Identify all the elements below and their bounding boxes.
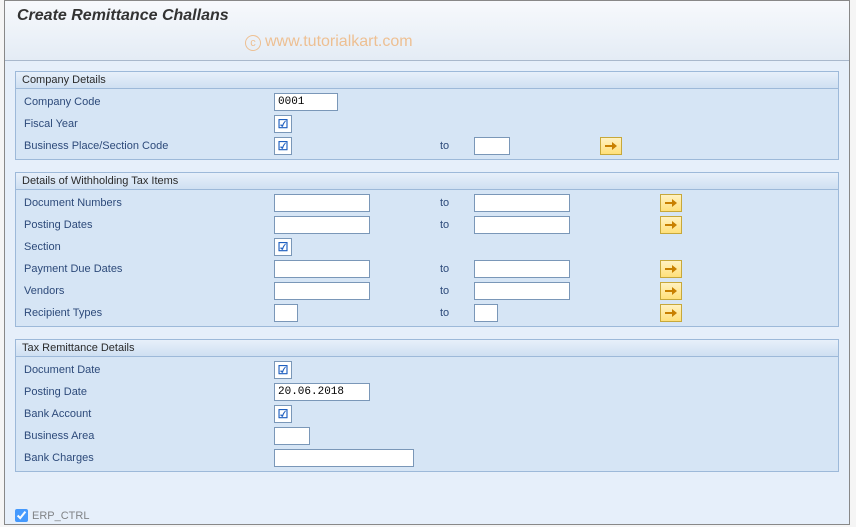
label-bank-account: Bank Account — [24, 408, 274, 420]
label-document-numbers: Document Numbers — [24, 197, 274, 209]
label-to: to — [440, 219, 474, 231]
label-fiscal-year: Fiscal Year — [24, 118, 274, 130]
input-bank-charges[interactable] — [274, 449, 414, 467]
group-tax-remittance: Tax Remittance Details Document Date ☑ P… — [15, 339, 839, 472]
label-document-date: Document Date — [24, 364, 274, 376]
row-bank-account: Bank Account ☑ — [16, 403, 838, 425]
label-posting-date: Posting Date — [24, 386, 274, 398]
label-business-area: Business Area — [24, 430, 274, 442]
multiple-selection-button[interactable] — [600, 137, 622, 155]
label-to: to — [440, 263, 474, 275]
row-fiscal-year: Fiscal Year ☑ — [16, 113, 838, 135]
row-recipient-types: Recipient Types to — [16, 302, 838, 324]
label-to: to — [440, 285, 474, 297]
label-section: Section — [24, 241, 274, 253]
label-vendors: Vendors — [24, 285, 274, 297]
label-posting-dates: Posting Dates — [24, 219, 274, 231]
main-window: Create Remittance Challans cwww.tutorial… — [4, 0, 850, 525]
footer-checkbox-row: ERP_CTRL — [15, 509, 89, 522]
row-company-code: Company Code — [16, 91, 838, 113]
arrow-right-icon — [665, 286, 677, 296]
arrow-right-icon — [665, 308, 677, 318]
arrow-right-icon — [665, 264, 677, 274]
input-doc-numbers-from[interactable] — [274, 194, 370, 212]
multiple-selection-button[interactable] — [660, 194, 682, 212]
arrow-right-icon — [605, 141, 617, 151]
copyright-icon: c — [245, 35, 261, 51]
required-check-icon[interactable]: ☑ — [274, 405, 292, 423]
input-recipient-types-to[interactable] — [474, 304, 498, 322]
input-company-code[interactable] — [274, 93, 338, 111]
arrow-right-icon — [665, 220, 677, 230]
page-title: Create Remittance Challans — [17, 7, 837, 25]
input-doc-numbers-to[interactable] — [474, 194, 570, 212]
input-posting-dates-from[interactable] — [274, 216, 370, 234]
watermark: cwww.tutorialkart.com — [245, 33, 413, 51]
group-company-details: Company Details Company Code Fiscal Year… — [15, 71, 839, 160]
label-to: to — [440, 307, 474, 319]
required-check-icon[interactable]: ☑ — [274, 361, 292, 379]
row-posting-dates: Posting Dates to — [16, 214, 838, 236]
row-document-numbers: Document Numbers to — [16, 192, 838, 214]
input-business-place-to[interactable] — [474, 137, 510, 155]
input-payment-due-to[interactable] — [474, 260, 570, 278]
row-bank-charges: Bank Charges — [16, 447, 838, 469]
group-withholding-tax: Details of Withholding Tax Items Documen… — [15, 172, 839, 327]
multiple-selection-button[interactable] — [660, 216, 682, 234]
label-to: to — [440, 140, 474, 152]
input-payment-due-from[interactable] — [274, 260, 370, 278]
row-section: Section ☑ — [16, 236, 838, 258]
multiple-selection-button[interactable] — [660, 260, 682, 278]
required-check-icon[interactable]: ☑ — [274, 115, 292, 133]
footer-checkbox[interactable] — [15, 509, 28, 522]
group-header-remittance: Tax Remittance Details — [16, 340, 838, 357]
label-business-place: Business Place/Section Code — [24, 140, 274, 152]
input-posting-date[interactable] — [274, 383, 370, 401]
title-bar: Create Remittance Challans cwww.tutorial… — [5, 1, 849, 61]
required-check-icon[interactable]: ☑ — [274, 238, 292, 256]
label-bank-charges: Bank Charges — [24, 452, 274, 464]
content-area: Company Details Company Code Fiscal Year… — [5, 61, 849, 472]
row-payment-due-dates: Payment Due Dates to — [16, 258, 838, 280]
row-vendors: Vendors to — [16, 280, 838, 302]
multiple-selection-button[interactable] — [660, 282, 682, 300]
footer-label: ERP_CTRL — [32, 510, 89, 522]
label-payment-due: Payment Due Dates — [24, 263, 274, 275]
label-to: to — [440, 197, 474, 209]
row-business-area: Business Area — [16, 425, 838, 447]
arrow-right-icon — [665, 198, 677, 208]
input-vendors-from[interactable] — [274, 282, 370, 300]
label-company-code: Company Code — [24, 96, 274, 108]
input-recipient-types-from[interactable] — [274, 304, 298, 322]
input-business-area[interactable] — [274, 427, 310, 445]
multiple-selection-button[interactable] — [660, 304, 682, 322]
required-check-icon[interactable]: ☑ — [274, 137, 292, 155]
label-recipient-types: Recipient Types — [24, 307, 274, 319]
group-header-wht: Details of Withholding Tax Items — [16, 173, 838, 190]
row-document-date: Document Date ☑ — [16, 359, 838, 381]
row-business-place: Business Place/Section Code ☑ to — [16, 135, 838, 157]
row-posting-date: Posting Date — [16, 381, 838, 403]
group-header-company: Company Details — [16, 72, 838, 89]
input-posting-dates-to[interactable] — [474, 216, 570, 234]
input-vendors-to[interactable] — [474, 282, 570, 300]
